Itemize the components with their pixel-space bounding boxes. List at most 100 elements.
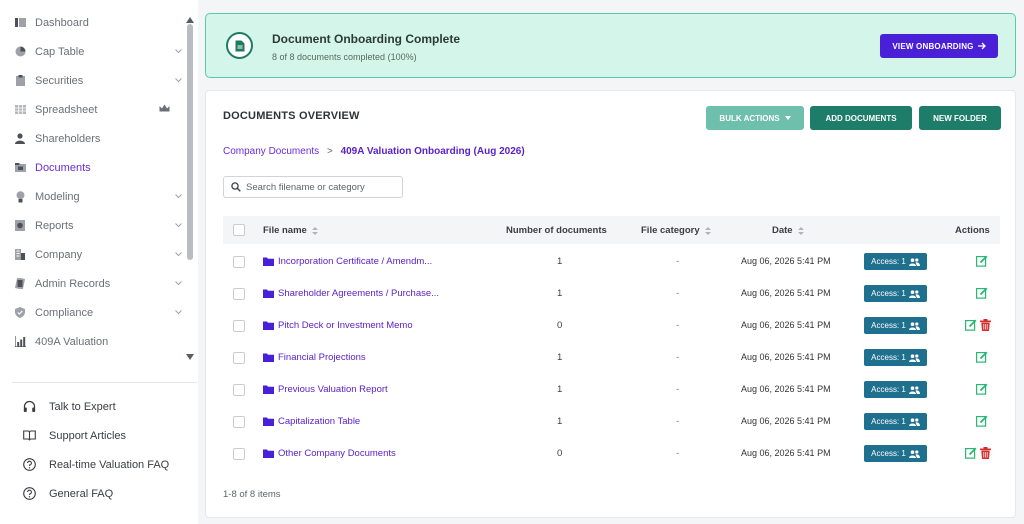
row-checkbox[interactable] [233,288,245,300]
breadcrumb: Company Documents > 409A Valuation Onboa… [223,146,525,157]
folder-link[interactable]: Incorporation Certificate / Amendm... [263,256,432,267]
crown-icon [159,103,170,115]
column-date[interactable]: Date [772,225,804,236]
sidebar-item-documents[interactable]: Documents [0,153,198,182]
add-documents-label: ADD DOCUMENTS [825,113,897,123]
folder-link[interactable]: Pitch Deck or Investment Memo [263,320,413,331]
edit-icon[interactable] [976,415,988,427]
modified-date: Aug 06, 2026 5:41 PM [741,384,831,394]
edit-icon[interactable] [976,383,988,395]
file-category: - [676,416,680,427]
bulk-actions-button[interactable]: BULK ACTIONS [706,106,804,130]
new-folder-button[interactable]: NEW FOLDER [919,106,1001,130]
row-checkbox[interactable] [233,384,245,396]
sidebar-item-shareholders[interactable]: Shareholders [0,124,198,153]
question-icon [22,487,36,501]
column-label: Actions [955,225,990,236]
sidebar-item-dashboard[interactable]: Dashboard [0,8,198,37]
edit-icon[interactable] [965,319,977,331]
folder-link[interactable]: Capitalization Table [263,416,360,427]
report-icon [14,220,26,232]
delete-icon[interactable] [980,319,992,331]
column-file-name[interactable]: File name [263,225,318,236]
edit-icon[interactable] [976,255,988,267]
select-all-checkbox[interactable] [233,224,245,236]
search-input[interactable] [246,181,396,193]
folder-link[interactable]: Previous Valuation Report [263,384,388,395]
modified-date: Aug 06, 2026 5:41 PM [741,288,831,298]
chevron-down-icon [174,221,183,230]
folder-link[interactable]: Shareholder Agreements / Purchase... [263,288,439,299]
table-icon [14,104,26,116]
sidebar-item-spreadsheet[interactable]: Spreadsheet [0,95,198,124]
book-icon [22,429,36,443]
users-icon [908,417,920,426]
sidebar-item-409a-valuation[interactable]: 409A Valuation [0,327,198,356]
edit-icon[interactable] [976,287,988,299]
access-badge-button[interactable]: Access: 1 [864,349,927,366]
sidebar-item-label: Dashboard [35,16,89,29]
row-checkbox[interactable] [233,448,245,460]
access-badge-button[interactable]: Access: 1 [864,381,927,398]
row-actions [962,447,992,459]
sidebar-item-reports[interactable]: Reports [0,211,198,240]
app-root: Dashboard Cap Table Securities Spreadshe… [0,0,1024,524]
access-badge-button[interactable]: Access: 1 [864,445,927,462]
talk-to-expert-link[interactable]: Talk to Expert [22,392,169,421]
access-badge-button[interactable]: Access: 1 [864,285,927,302]
edit-icon[interactable] [976,351,988,363]
folder-name: Pitch Deck or Investment Memo [278,320,413,331]
help-item-label: Talk to Expert [49,400,116,413]
users-icon [908,449,920,458]
table-row: Incorporation Certificate / Amendm... 1 - A… [223,246,1000,278]
sidebar-item-company[interactable]: Company [0,240,198,269]
row-actions [973,255,988,267]
column-file-category[interactable]: File category [641,225,711,236]
row-checkbox[interactable] [233,416,245,428]
sidebar-item-label: Reports [35,219,74,232]
sidebar-item-securities[interactable]: Securities [0,66,198,95]
sidebar-item-label: Admin Records [35,277,111,290]
sidebar: Dashboard Cap Table Securities Spreadshe… [0,0,198,524]
add-documents-button[interactable]: ADD DOCUMENTS [810,106,912,130]
file-category: - [676,384,680,395]
row-actions [973,415,988,427]
sort-icon [704,226,711,235]
sidebar-item-compliance[interactable]: Compliance [0,298,198,327]
scroll-down-arrow-icon[interactable] [186,347,194,365]
dashboard-icon [14,17,26,29]
folder-link[interactable]: Financial Projections [263,352,366,363]
scrollbar-thumb[interactable] [187,24,193,260]
realtime-valuation-faq-link[interactable]: Real-time Valuation FAQ [22,450,169,479]
access-label: Access: 1 [871,353,906,362]
chevron-down-icon [174,279,183,288]
access-badge-button[interactable]: Access: 1 [864,413,927,430]
delete-icon[interactable] [980,447,992,459]
sidebar-item-label: Securities [35,74,84,87]
sidebar-item-modeling[interactable]: Modeling [0,182,198,211]
file-category: - [676,288,680,299]
row-checkbox[interactable] [233,320,245,332]
breadcrumb-root-link[interactable]: Company Documents [223,146,319,157]
general-faq-link[interactable]: General FAQ [22,479,169,508]
support-articles-link[interactable]: Support Articles [22,421,169,450]
edit-icon[interactable] [965,447,977,459]
sidebar-item-admin-records[interactable]: Admin Records [0,269,198,298]
arrow-right-icon [977,42,986,50]
documents-overview-panel: DOCUMENTS OVERVIEW BULK ACTIONS ADD DOCU… [205,90,1016,518]
documents-table-body: Incorporation Certificate / Amendm... 1 - A… [223,246,1000,470]
access-badge-button[interactable]: Access: 1 [864,253,927,270]
row-checkbox[interactable] [233,352,245,364]
column-label: File category [641,225,700,236]
row-checkbox[interactable] [233,256,245,268]
folder-name: Incorporation Certificate / Amendm... [278,256,433,267]
table-header: File name Number of documents File categ… [223,216,1000,244]
chevron-down-icon [174,192,183,201]
new-folder-label: NEW FOLDER [933,113,987,123]
folder-name: Financial Projections [278,352,366,363]
sidebar-item-cap-table[interactable]: Cap Table [0,37,198,66]
folder-link[interactable]: Other Company Documents [263,448,396,459]
view-onboarding-button[interactable]: VIEW ONBOARDING [880,34,998,58]
access-badge-button[interactable]: Access: 1 [864,317,927,334]
sidebar-item-label: Documents [35,161,91,174]
